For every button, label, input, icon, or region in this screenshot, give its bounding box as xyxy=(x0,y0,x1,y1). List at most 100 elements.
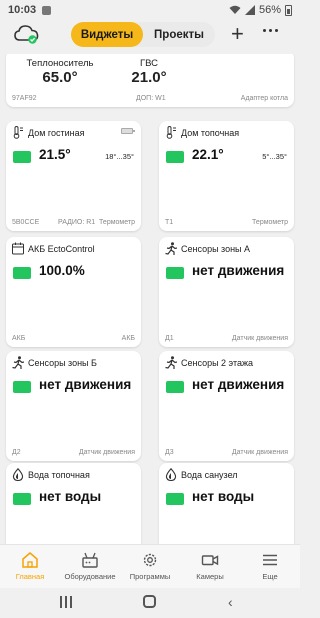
widget-zone-b[interactable]: Сенсоры зоны Б нет движения Д2 Датчик дв… xyxy=(6,351,141,461)
motion-status: нет движения xyxy=(192,263,285,278)
wifi-icon xyxy=(229,5,241,14)
widget-water-bath[interactable]: Вода санузел нет воды xyxy=(159,463,294,544)
device-type: Термометр xyxy=(99,219,135,226)
water-drop-icon xyxy=(165,468,177,481)
more-dots-icon[interactable] xyxy=(263,29,278,32)
nav-label: Еще xyxy=(262,572,278,581)
temperature-range: 5°...35° xyxy=(262,152,287,161)
status-indicator xyxy=(13,381,31,393)
notification-icons xyxy=(42,5,52,15)
widget-water-furnace[interactable]: Вода топочная нет воды xyxy=(6,463,141,544)
battery-icon xyxy=(285,4,292,16)
status-indicator xyxy=(13,493,31,505)
boiler-extra: ДОП: W1 xyxy=(136,95,166,102)
device-type: Датчик движения xyxy=(231,335,288,342)
device-type: Датчик движения xyxy=(78,449,135,456)
device-type: Датчик движения xyxy=(231,449,288,456)
battery-low-icon xyxy=(121,128,135,134)
gear-icon xyxy=(143,553,157,567)
calendar-icon xyxy=(12,242,24,255)
device-id: Д2 xyxy=(12,449,21,456)
boiler-id: 97AF92 xyxy=(12,95,37,102)
widget-battery[interactable]: АКБ EctoControl 100.0% АКБ АКБ xyxy=(6,237,141,347)
temperature-range: 18°...35° xyxy=(105,152,134,161)
signal-icon xyxy=(244,5,255,15)
running-person-icon xyxy=(12,356,24,369)
plus-icon[interactable]: + xyxy=(231,23,244,45)
motion-status: нет движения xyxy=(39,377,132,392)
nav-home[interactable]: Главная xyxy=(0,545,60,588)
nav-label: Оборудование xyxy=(64,572,116,581)
running-person-icon xyxy=(165,356,177,369)
nav-label: Программы xyxy=(129,572,171,581)
temperature-value: 21.5° xyxy=(39,147,71,162)
boiler-type: Адаптер котла xyxy=(240,95,288,102)
thermometer-icon xyxy=(166,126,176,139)
coolant-value: 65.0° xyxy=(42,69,78,86)
status-indicator xyxy=(166,381,184,393)
widget-living-room[interactable]: Дом гостиная 21.5° 18°...35° 5B0CCE РАДИ… xyxy=(6,121,141,231)
radio-channel: РАДИО: R1 xyxy=(58,219,96,226)
nav-equipment[interactable]: Оборудование xyxy=(60,545,120,588)
router-icon xyxy=(82,552,98,568)
cloud-logo-icon[interactable] xyxy=(14,23,40,45)
nav-programs[interactable]: Программы xyxy=(120,545,180,588)
widget-title: Вода санузел xyxy=(181,470,238,480)
battery-percent: 56% xyxy=(258,4,281,16)
tab-projects[interactable]: Проекты xyxy=(143,22,215,47)
status-indicator xyxy=(13,267,31,279)
app-header: Виджеты Проекты + xyxy=(0,20,300,50)
recents-icon[interactable] xyxy=(60,596,72,608)
home-button-icon[interactable] xyxy=(143,595,156,608)
leak-status: нет воды xyxy=(39,489,102,504)
status-right: 56% xyxy=(229,4,292,16)
hot-water-block: ГВС 21.0° xyxy=(124,58,174,86)
tab-widgets[interactable]: Виджеты xyxy=(71,22,143,47)
running-person-icon xyxy=(165,242,177,255)
camera-icon xyxy=(201,555,219,566)
status-indicator xyxy=(166,267,184,279)
device-type: АКБ xyxy=(121,335,135,342)
nav-label: Главная xyxy=(15,572,45,581)
widget-boiler-adapter[interactable]: Теплоноситель 65.0° ГВС 21.0° 97AF92 ДОП… xyxy=(6,54,294,107)
hot-water-value: 21.0° xyxy=(131,69,167,86)
device-id: Д3 xyxy=(165,449,174,456)
device-id: АКБ xyxy=(12,335,26,342)
widget-title: Вода топочная xyxy=(28,470,90,480)
widget-zone-a[interactable]: Сенсоры зоны А нет движения Д1 Датчик дв… xyxy=(159,237,294,347)
charge-value: 100.0% xyxy=(39,263,85,278)
gallery-icon xyxy=(42,5,52,15)
nav-label: Камеры xyxy=(196,572,224,581)
nav-cameras[interactable]: Камеры xyxy=(180,545,240,588)
thermometer-icon xyxy=(13,126,23,139)
device-id: T1 xyxy=(165,219,174,226)
widget-title: АКБ EctoControl xyxy=(28,244,95,254)
leak-status: нет воды xyxy=(192,489,255,504)
view-switcher: Виджеты Проекты xyxy=(71,22,215,47)
temperature-value: 22.1° xyxy=(192,147,224,162)
widget-title: Дом топочная xyxy=(181,128,240,138)
widget-title: Сенсоры зоны А xyxy=(181,244,251,254)
menu-icon xyxy=(263,554,277,566)
status-indicator xyxy=(13,151,31,163)
water-drop-icon xyxy=(12,468,24,481)
widget-floor-2[interactable]: Сенсоры 2 этажа нет движения Д3 Датчик д… xyxy=(159,351,294,461)
widget-title: Сенсоры зоны Б xyxy=(28,358,97,368)
status-time: 10:03 xyxy=(8,4,37,16)
widgets-grid: Теплоноситель 65.0° ГВС 21.0° 97AF92 ДОП… xyxy=(0,54,300,544)
status-indicator xyxy=(166,493,184,505)
device-id: 5B0CCE xyxy=(12,219,40,226)
nav-more[interactable]: Еще xyxy=(240,545,300,588)
back-icon[interactable]: ‹ xyxy=(228,595,233,609)
hot-water-label: ГВС xyxy=(139,58,159,69)
home-icon xyxy=(22,552,38,568)
motion-status: нет движения xyxy=(192,377,285,392)
device-type: Термометр xyxy=(252,219,288,226)
widget-title: Сенсоры 2 этажа xyxy=(181,358,254,368)
coolant-label: Теплоноситель xyxy=(26,58,94,69)
status-indicator xyxy=(166,151,184,163)
status-bar: 10:03 56% xyxy=(0,0,300,20)
widget-furnace-room[interactable]: Дом топочная 22.1° 5°...35° T1 Термометр xyxy=(159,121,294,231)
coolant-block: Теплоноситель 65.0° xyxy=(24,58,96,86)
device-id: Д1 xyxy=(165,335,174,342)
